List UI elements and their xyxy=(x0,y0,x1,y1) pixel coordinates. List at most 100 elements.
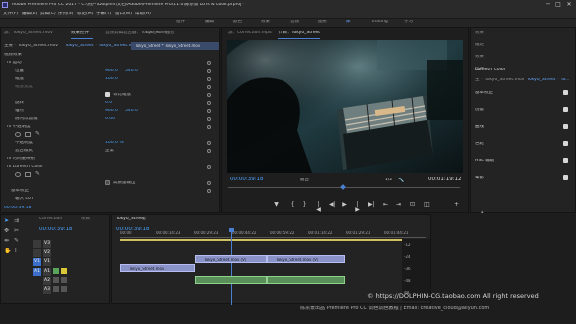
track-select-tool-icon[interactable]: ⇉ xyxy=(14,218,19,224)
track-a1[interactable]: A1 xyxy=(43,268,51,276)
reset-rotation-icon[interactable] xyxy=(207,101,211,105)
slip-tool-icon[interactable]: ⇹ xyxy=(4,238,9,244)
pen-tool-icon[interactable]: ✎ xyxy=(14,238,19,244)
lumetri-sequence-clip[interactable]: Tokyo_Street * To... xyxy=(527,78,570,83)
lumetri-hsl-secondary-checkbox[interactable] xyxy=(563,158,568,163)
master-clip-breadcrumb[interactable]: 主要 * Tokyo_Street.mov xyxy=(4,44,58,49)
ripple-edit-tool-icon[interactable]: ✥ xyxy=(4,228,9,234)
menu-title[interactable]: 字幕(T) xyxy=(96,12,111,17)
track-v2-source[interactable] xyxy=(33,249,41,257)
reset-basic-icon[interactable] xyxy=(207,189,211,193)
lumetri-vignette[interactable]: 晕影 xyxy=(475,176,484,181)
timeline-menu-icon[interactable]: ≡ xyxy=(142,217,146,222)
track-v3[interactable]: V3 xyxy=(43,240,51,248)
track-a1-mute-button[interactable] xyxy=(53,268,59,274)
reset-scale-width-icon[interactable] xyxy=(207,85,211,89)
reset-opacity-icon[interactable] xyxy=(207,125,211,129)
clip-a1-b[interactable] xyxy=(267,276,345,284)
track-a1-solo-button[interactable] xyxy=(61,268,67,274)
menu-file[interactable]: 文件(F) xyxy=(3,12,18,17)
clip-v1[interactable]: Tokyo_Street.mov xyxy=(120,264,195,272)
tab-project[interactable]: 项目 xyxy=(81,217,90,222)
lumetri-ellipse-mask-icon[interactable] xyxy=(15,172,21,177)
motion-effect[interactable]: fx 运动 xyxy=(7,61,22,66)
pen-mask-icon[interactable]: ✎ xyxy=(35,131,40,137)
effect-controls-timecode[interactable]: 00:00:39:18 xyxy=(4,206,31,211)
lumetri-basic-correction[interactable]: 基本校正 xyxy=(475,91,493,96)
lumetri-curves[interactable]: 曲线 xyxy=(475,125,484,130)
workspace-editing[interactable]: 编辑 xyxy=(205,20,214,25)
track-v1-source[interactable]: V1 xyxy=(33,258,41,266)
blend-mode-select[interactable]: 正常 xyxy=(105,149,114,154)
ellipse-mask-icon[interactable] xyxy=(15,132,21,137)
play-button[interactable]: ▶ xyxy=(342,202,347,208)
track-a2[interactable]: A2 xyxy=(43,277,51,285)
opacity-effect[interactable]: fx 不透明度 xyxy=(7,125,31,130)
minimize-button[interactable]: ─ xyxy=(544,1,552,8)
workspace-color[interactable]: 颜色 xyxy=(233,20,242,25)
extract-icon[interactable]: ⇥ xyxy=(396,202,401,208)
reset-uniform-icon[interactable] xyxy=(207,93,211,97)
track-a2-solo-button[interactable] xyxy=(61,277,67,283)
menu-help[interactable]: 帮助(H) xyxy=(135,12,151,17)
rotation-value[interactable]: 0.0 xyxy=(105,101,112,106)
workspace-effects[interactable]: 效果 xyxy=(261,20,270,25)
rectangle-mask-icon[interactable] xyxy=(25,132,31,137)
tab-effect-controls[interactable]: 效果控件 xyxy=(71,31,89,36)
menu-clip[interactable]: 剪辑(C) xyxy=(40,12,56,17)
fit-select[interactable]: 适合 xyxy=(300,178,309,183)
hand-tool-icon[interactable]: ✋ xyxy=(4,248,11,254)
clip-a1-a[interactable] xyxy=(195,276,267,284)
lumetri-creative[interactable]: 创意 xyxy=(475,108,484,113)
razor-tool-icon[interactable]: ✂ xyxy=(14,228,19,234)
mark-in-icon[interactable]: { xyxy=(290,202,295,208)
lumetri-color-effect[interactable]: fx Lumetri Color xyxy=(7,165,43,170)
reset-anchor-icon[interactable] xyxy=(207,109,211,113)
workspace-graphics[interactable]: 图形 xyxy=(318,20,327,25)
reset-scale-icon[interactable] xyxy=(207,77,211,81)
reset-position-icon[interactable] xyxy=(207,69,211,73)
track-v2[interactable]: V2 xyxy=(43,249,51,257)
work-area-bar[interactable] xyxy=(120,239,426,241)
uniform-scale-checkbox[interactable] xyxy=(105,92,110,97)
tab-source-monitor[interactable]: 源：Correction.mp4 xyxy=(228,31,272,36)
workspace-libraries[interactable]: 库 xyxy=(346,20,351,25)
tab-source[interactable]: 源：Tokyo_Street.mov xyxy=(4,31,53,36)
lumetri-color-wheels-checkbox[interactable] xyxy=(563,141,568,146)
mark-out-icon[interactable]: } xyxy=(302,202,307,208)
workspace-assembly[interactable]: 组件 xyxy=(176,20,185,25)
workspace-audio[interactable]: 音频 xyxy=(290,20,299,25)
resolution-select[interactable]: 1/2 xyxy=(385,178,392,183)
lumetri-clip-select[interactable]: 主 * Tokyo_Street.mov xyxy=(475,78,524,83)
reset-antiflicker-icon[interactable] xyxy=(207,117,211,121)
lumetri-hsl-secondary[interactable]: HSL 辅助 xyxy=(475,159,494,164)
reset-blend-icon[interactable] xyxy=(207,149,211,153)
reset-hq-icon[interactable] xyxy=(207,181,211,185)
workspace-editing-custom[interactable]: Editing xyxy=(372,20,388,25)
track-a3-mute-button[interactable] xyxy=(53,286,59,292)
scale-value[interactable]: 100.0 xyxy=(105,77,118,82)
tab-effects[interactable]: 效果 xyxy=(475,31,484,36)
lumetri-creative-checkbox[interactable] xyxy=(563,107,568,112)
lumetri-rectangle-mask-icon[interactable] xyxy=(25,172,31,177)
tab-program-monitor[interactable]: 节目：Tokyo_Street xyxy=(278,31,320,36)
sequence-clip-breadcrumb[interactable]: Tokyo_Street * Tokyo_Street.mov xyxy=(65,44,138,49)
opacity-value[interactable]: 100.0 % xyxy=(105,141,124,146)
project-timecode[interactable]: 00:00:39:18 xyxy=(39,227,73,233)
export-frame-icon[interactable]: ⊡ xyxy=(410,202,415,208)
lumetri-color-wheels[interactable]: 色轮 xyxy=(475,142,484,147)
tab-correction[interactable]: Correction xyxy=(39,217,62,222)
antiflicker-value[interactable]: 0.00 xyxy=(105,117,115,122)
menu-sequence[interactable]: 序列(S) xyxy=(58,12,73,17)
program-video-frame[interactable] xyxy=(227,40,463,173)
hq-output-checkbox[interactable] xyxy=(105,180,110,185)
playhead-handle-icon[interactable] xyxy=(229,228,234,232)
step-forward-icon[interactable]: |▶ xyxy=(355,202,360,213)
track-v1[interactable]: V1 xyxy=(43,258,51,266)
lift-icon[interactable]: ⇤ xyxy=(383,202,388,208)
lumetri-basic-correction-checkbox[interactable] xyxy=(563,90,568,95)
menu-window[interactable]: 窗口(W) xyxy=(115,12,132,17)
time-remap-effect[interactable]: fx 时间重映射 xyxy=(7,157,35,162)
comparison-view-icon[interactable]: ◫ xyxy=(424,202,430,208)
workspace-learn[interactable]: 学习 xyxy=(404,20,413,25)
